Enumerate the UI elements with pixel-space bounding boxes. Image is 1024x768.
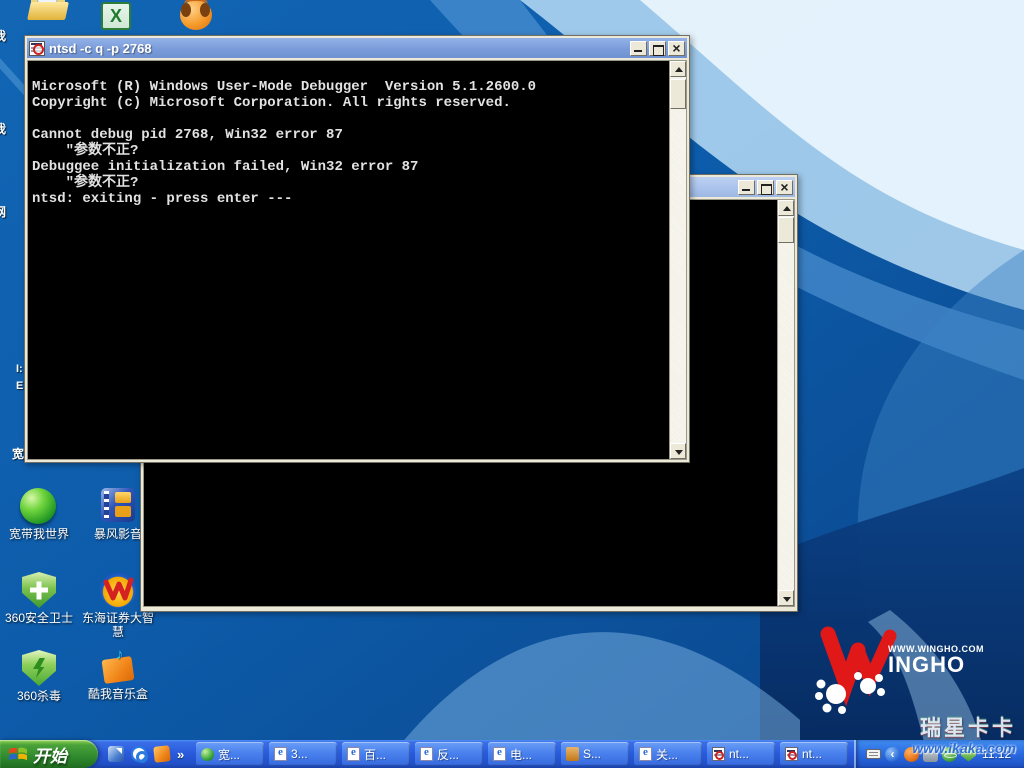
desktop-icon-label: 宽带我世界 (8, 527, 69, 541)
maximize-button[interactable] (649, 40, 666, 56)
desktop-icon-media[interactable] (158, 0, 234, 30)
show-desktop-icon[interactable] (108, 746, 124, 762)
taskbar-button-s[interactable]: S... (561, 742, 629, 766)
console-line: Copyright (c) Microsoft Corporation. All… (32, 95, 511, 111)
quick-launch-bar: » (104, 740, 194, 768)
folder-icon (27, 0, 69, 22)
window1-console-area: Microsoft (R) Windows User-Mode Debugger… (27, 60, 687, 460)
scroll-thumb[interactable] (778, 217, 794, 243)
shield-cross-icon (22, 572, 56, 608)
wingho-logo: WWW.WINGHO.COM INGHO (806, 622, 1016, 722)
film-player-icon (99, 488, 137, 524)
minimize-button[interactable] (630, 40, 647, 56)
edge-label-fragment: 我 (0, 122, 7, 136)
ie-page-icon (274, 746, 287, 761)
ie-page-icon (347, 746, 360, 761)
desktop-icon-label: 东海证券大智慧 (81, 611, 154, 639)
scroll-up-button[interactable] (670, 61, 686, 77)
desktop-icon-folder[interactable] (10, 0, 86, 22)
shield-bolt-icon (22, 650, 56, 686)
desktop-icon-label: 360安全卫士 (4, 611, 74, 625)
window2-scrollbar[interactable] (777, 200, 794, 606)
green-sphere-icon (20, 488, 58, 524)
securities-icon (100, 572, 136, 608)
keyboard-layout-icon[interactable] (866, 749, 881, 759)
ie-page-icon (493, 746, 506, 761)
start-label: 开始 (33, 746, 67, 766)
tray-grey-icon[interactable] (923, 746, 938, 762)
quick-launch-more-chevron-icon[interactable]: » (177, 747, 184, 762)
tray-globe-icon[interactable] (942, 746, 957, 762)
close-button[interactable] (668, 40, 685, 56)
taskbar-clock[interactable]: 11:12 (982, 747, 1011, 761)
taskbar-button-ntsd-2[interactable]: nt... (780, 742, 848, 766)
taskbar-button-broadband[interactable]: 宽... (196, 742, 264, 766)
scroll-down-button[interactable] (778, 590, 794, 606)
pps-player-icon[interactable] (131, 746, 148, 763)
taskbar-button-ie-2[interactable]: 百... (342, 742, 410, 766)
task-buttons: 宽... 3... 百... 反... 电... S... (196, 742, 848, 766)
window1-title: ntsd -c q -p 2768 (49, 40, 152, 56)
ntsd-app-icon (29, 40, 45, 56)
ntsd-app-icon (785, 747, 798, 761)
taskbar: 开始 » 宽... 3... 百... 反... (0, 740, 1024, 768)
system-tray: ‹ 11:12 (854, 740, 1024, 768)
headphone-face-icon (180, 0, 212, 30)
maximize-button[interactable] (757, 179, 774, 195)
music-box-icon: ♪ (100, 646, 136, 684)
taskbar-button-ie-5[interactable]: 关... (634, 742, 702, 766)
window1-scrollbar[interactable] (669, 61, 686, 459)
scroll-down-button[interactable] (670, 443, 686, 459)
wingho-name: INGHO (888, 652, 966, 677)
desktop-icon-360-antivirus[interactable]: 360杀毒 (1, 650, 77, 703)
ie-page-icon (420, 746, 433, 761)
console-line: Microsoft (R) Windows User-Mode Debugger… (32, 79, 537, 95)
hide-tray-icons-chevron-icon[interactable]: ‹ (885, 746, 900, 762)
taskbar-button-ie-4[interactable]: 电... (488, 742, 556, 766)
folder-icon (566, 747, 579, 761)
edge-label-fragment: 网 (0, 205, 7, 219)
scroll-up-button[interactable] (778, 200, 794, 216)
start-button[interactable]: 开始 (0, 740, 98, 768)
desktop-icon-label: 酷我音乐盒 (87, 687, 148, 701)
desktop-icon-kuwo-music[interactable]: ♪ 酷我音乐盒 (80, 646, 156, 701)
excel-icon: X (101, 2, 139, 30)
console-line: Cannot debug pid 2768, Win32 error 87 (32, 127, 343, 143)
minimize-button[interactable] (738, 179, 755, 195)
console-line: "参数不正? (32, 143, 139, 159)
desktop-icon-label: 360杀毒 (16, 689, 62, 703)
tray-orange-icon[interactable] (904, 746, 919, 762)
edge-label-fragment: 我 (0, 29, 7, 43)
console-line: "参数不正? (32, 175, 139, 191)
taskbar-button-ntsd-1[interactable]: nt... (707, 742, 775, 766)
taskbar-button-ie-3[interactable]: 反... (415, 742, 483, 766)
taskbar-button-ie-1[interactable]: 3... (269, 742, 337, 766)
kuwo-box-icon[interactable] (153, 745, 171, 763)
desktop: X 我 我 网 I: E: 宽 宽带我世界 暴风影音 360安全卫士 东海证券大… (0, 0, 1024, 768)
console-output: Microsoft (R) Windows User-Mode Debugger… (32, 79, 664, 207)
ntsd-app-icon (712, 747, 725, 761)
green-sphere-icon (201, 747, 214, 761)
console-line: Debuggee initialization failed, Win32 er… (32, 159, 419, 175)
ie-page-icon (639, 746, 652, 761)
tray-shield-icon[interactable] (961, 746, 976, 762)
scroll-thumb[interactable] (670, 79, 686, 109)
console-line: ntsd: exiting - press enter --- (32, 191, 293, 207)
window1-titlebar[interactable]: ntsd -c q -p 2768 (27, 38, 687, 58)
desktop-icon-broadband[interactable]: 宽带我世界 (1, 488, 77, 541)
ntsd-console-window[interactable]: ntsd -c q -p 2768 Microsoft (R) Windows … (24, 35, 690, 463)
close-button[interactable] (776, 179, 793, 195)
desktop-icon-excel[interactable]: X (82, 2, 158, 30)
desktop-icon-360-safe[interactable]: 360安全卫士 (1, 572, 77, 625)
windows-logo-icon (9, 747, 27, 761)
